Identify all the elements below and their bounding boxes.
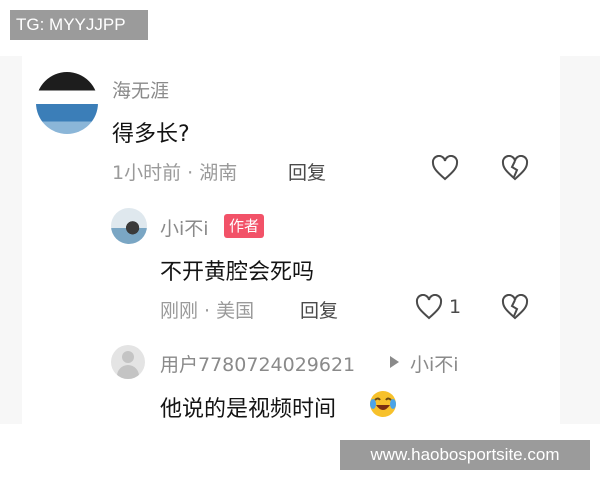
comment-reply-button[interactable]: 回复 xyxy=(288,158,326,185)
watermark-bottom: www.haobosportsite.com xyxy=(340,440,590,470)
like-heart-icon[interactable] xyxy=(431,155,459,181)
author-badge: 作者 xyxy=(224,214,265,238)
subreply-username[interactable]: 用户7780724029621 xyxy=(160,350,355,377)
comment-username[interactable]: 海无涯 xyxy=(112,76,169,103)
dislike-broken-heart-icon[interactable] xyxy=(501,155,529,181)
reply-arrow-icon xyxy=(390,356,399,368)
laughing-crying-emoji-icon xyxy=(370,391,396,417)
like-count: 1 xyxy=(449,296,462,318)
like-heart-icon[interactable] xyxy=(415,294,443,320)
reply-to-username[interactable]: 小i不i xyxy=(410,350,459,377)
reply-text: 不开黄腔会死吗 xyxy=(160,260,315,285)
reply-meta: 刚刚 · 美国 xyxy=(160,300,255,322)
avatar[interactable] xyxy=(111,208,147,244)
reply-username[interactable]: 小i不i xyxy=(160,214,209,241)
watermark-top: TG: MYYJJPP xyxy=(10,10,148,40)
subreply-text: 他说的是视频时间 xyxy=(160,397,337,422)
default-avatar-icon[interactable] xyxy=(111,345,145,379)
dislike-broken-heart-icon[interactable] xyxy=(501,294,529,320)
comment-meta: 1小时前 · 湖南 xyxy=(112,162,238,184)
comment-text: 得多长? xyxy=(112,122,190,147)
reply-reply-button[interactable]: 回复 xyxy=(300,296,338,323)
avatar[interactable] xyxy=(36,72,98,134)
